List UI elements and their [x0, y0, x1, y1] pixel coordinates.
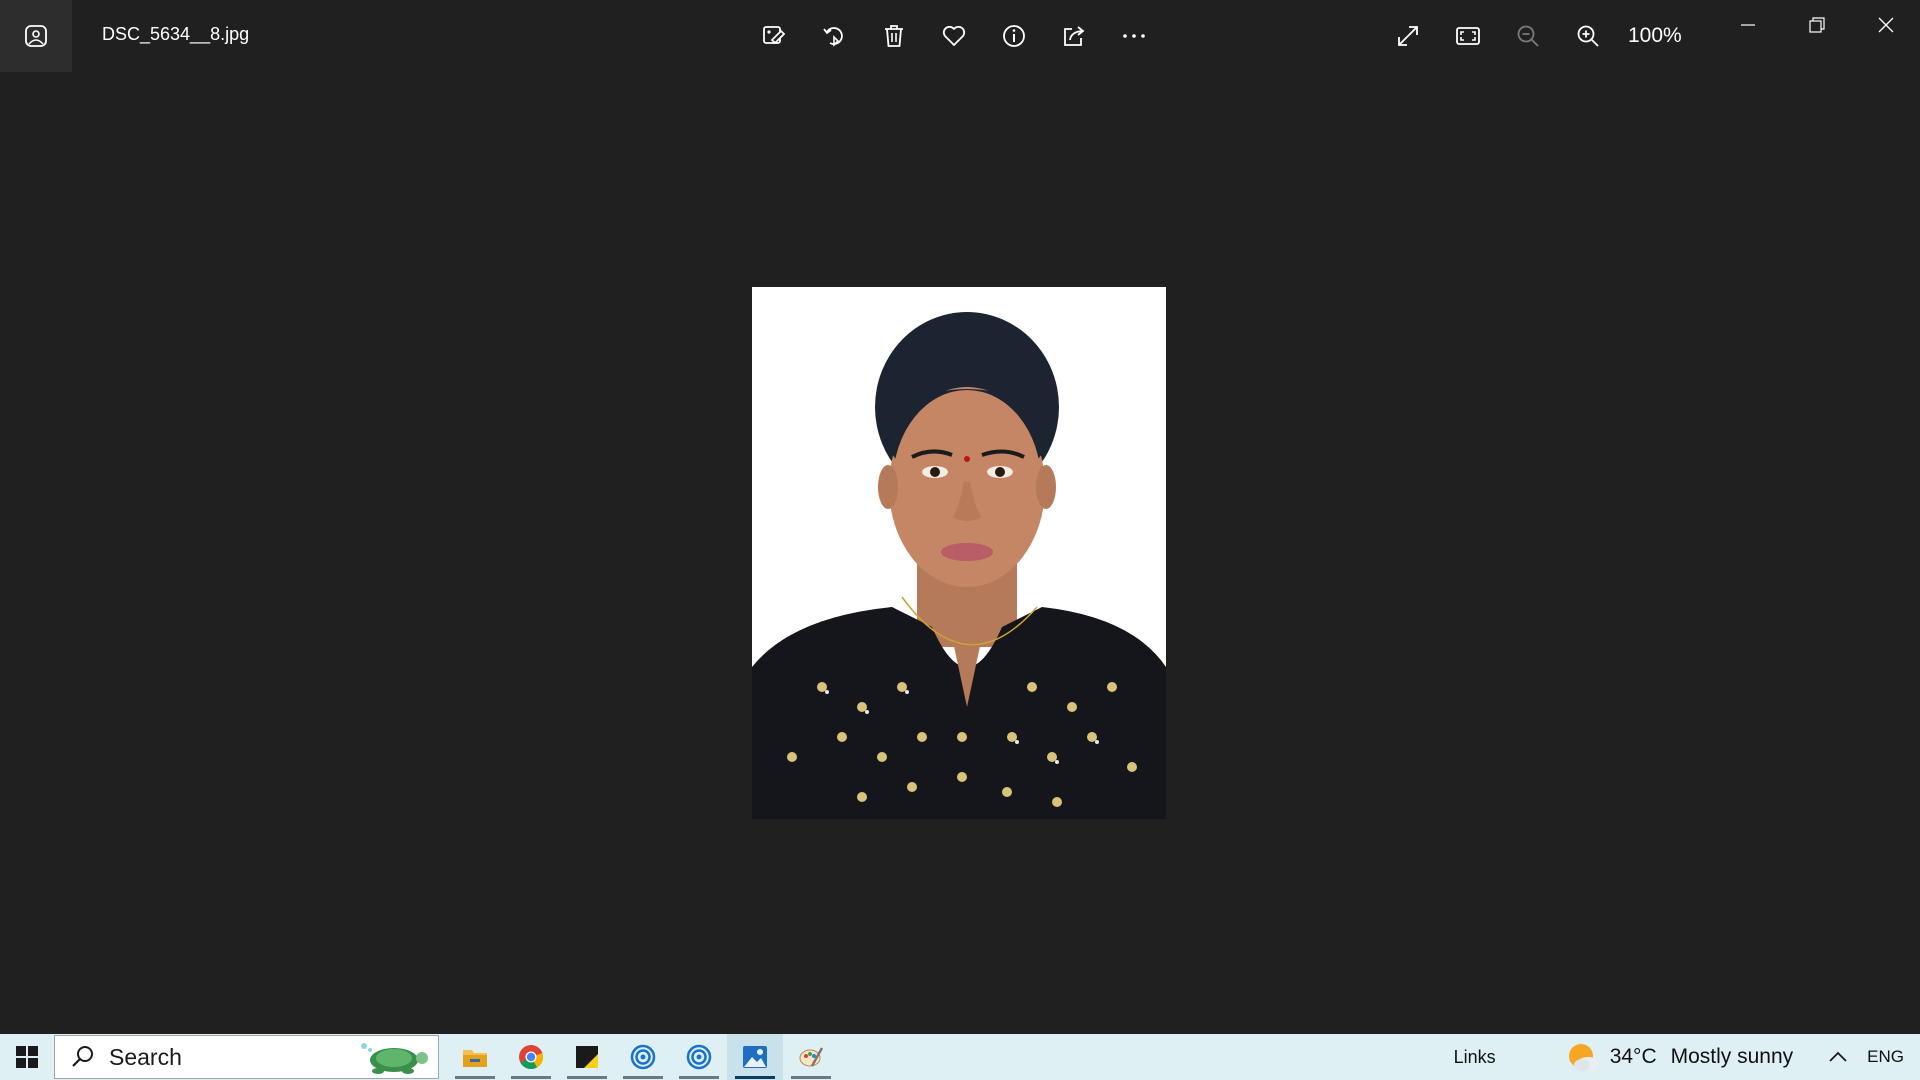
zoom-out-icon [1517, 25, 1539, 47]
partly-sunny-icon [1568, 1044, 1599, 1071]
weather-widget[interactable]: 34°C Mostly sunny [1566, 1042, 1793, 1072]
fit-window-icon [1456, 27, 1480, 45]
edge-dev-icon [630, 1044, 656, 1070]
paint-taskbar-button[interactable] [783, 1034, 839, 1080]
edit-image-icon [763, 26, 786, 45]
edge-dev-taskbar-button-1[interactable] [615, 1034, 671, 1080]
show-hidden-icons-button[interactable] [1823, 1051, 1853, 1063]
delete-button[interactable] [870, 12, 918, 60]
close-icon [1878, 17, 1893, 33]
file-name: DSC_5634__8.jpg [102, 24, 250, 44]
search-icon [63, 1044, 103, 1070]
weather-temperature: 34°C [1609, 1045, 1657, 1068]
weather-description: Mostly sunny [1670, 1045, 1794, 1068]
sticky-notes-icon [576, 1046, 598, 1068]
fullscreen-button[interactable] [1384, 12, 1432, 60]
edge-dev-icon [686, 1044, 712, 1070]
fullscreen-icon [1398, 26, 1418, 46]
chrome-icon [519, 1045, 544, 1070]
image-toolbar [750, 12, 1170, 60]
chrome-taskbar-button[interactable] [503, 1034, 559, 1080]
window-controls [1713, 0, 1920, 50]
paint-icon [799, 1047, 824, 1067]
info-icon [1003, 25, 1025, 47]
favorite-button[interactable] [930, 12, 978, 60]
portrait-image [752, 287, 1166, 819]
more-icon [1123, 34, 1145, 38]
displayed-photo [752, 287, 1166, 819]
taskbar: Search Links 34°C Mostly sunny ENG [0, 1034, 1920, 1080]
pinned-apps [447, 1034, 839, 1080]
input-language[interactable]: ENG [1867, 1047, 1904, 1067]
photos-icon [743, 1046, 767, 1068]
info-button[interactable] [990, 12, 1038, 60]
rotate-button[interactable] [810, 12, 858, 60]
restore-icon [1808, 17, 1825, 33]
windows-logo-icon [16, 1046, 38, 1068]
title-bar: DSC_5634__8.jpg 100% [0, 0, 1920, 72]
view-tools: 100% [1384, 12, 1718, 60]
favorite-icon [942, 25, 966, 46]
edge-dev-taskbar-button-2[interactable] [671, 1034, 727, 1080]
turtle-highlight-icon [356, 1040, 432, 1080]
photos-app-icon[interactable] [0, 0, 72, 72]
fit-window-button[interactable] [1444, 12, 1492, 60]
file-explorer-icon [463, 1050, 487, 1067]
chevron-up-icon [1829, 1051, 1847, 1062]
zoom-in-button[interactable] [1564, 12, 1612, 60]
links-toolbar[interactable]: Links [1454, 1047, 1496, 1068]
minimize-icon [1740, 24, 1755, 26]
restore-button[interactable] [1782, 0, 1851, 50]
share-icon [1064, 26, 1085, 46]
minimize-button[interactable] [1713, 0, 1782, 50]
file-explorer-taskbar-button[interactable] [447, 1034, 503, 1080]
system-tray: Links 34°C Mostly sunny ENG [1454, 1034, 1920, 1080]
zoom-out-button[interactable] [1504, 12, 1552, 60]
zoom-in-icon [1577, 25, 1599, 47]
delete-icon [885, 25, 903, 47]
rotate-icon [823, 27, 843, 47]
edit-image-button[interactable] [750, 12, 798, 60]
search-placeholder: Search [109, 1043, 182, 1070]
sticky-notes-taskbar-button[interactable] [559, 1034, 615, 1080]
photos-taskbar-button[interactable] [727, 1034, 783, 1080]
taskbar-search[interactable]: Search [54, 1035, 439, 1079]
share-button[interactable] [1050, 12, 1098, 60]
zoom-level[interactable]: 100% [1628, 24, 1718, 48]
image-icon [25, 25, 47, 47]
more-options-button[interactable] [1110, 12, 1158, 60]
close-button[interactable] [1851, 0, 1920, 50]
start-button[interactable] [0, 1034, 54, 1080]
